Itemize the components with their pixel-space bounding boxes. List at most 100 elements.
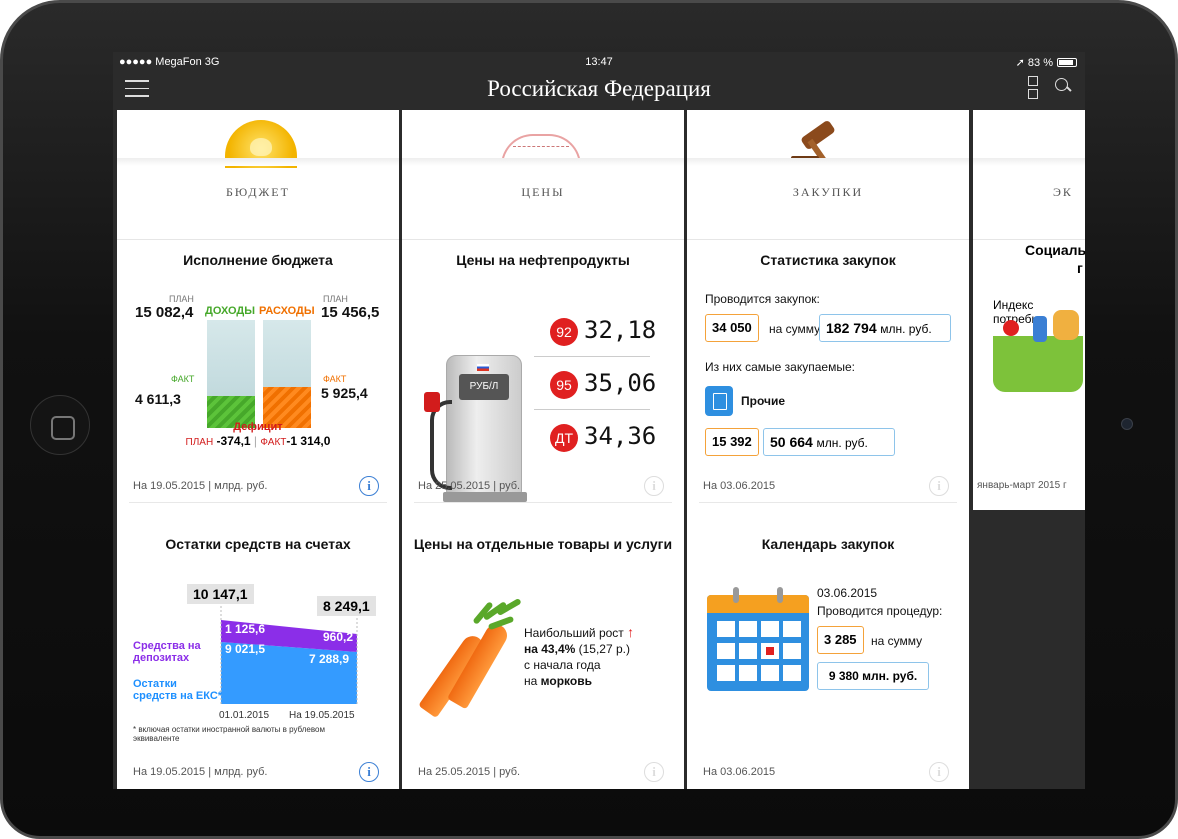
fact-label-left: ФАКТ [171, 374, 195, 384]
battery-status: ➚ 83 % [1016, 56, 1077, 69]
calendar-icon [707, 587, 809, 691]
home-button[interactable] [30, 395, 90, 455]
fact-left: 4 611,3 [135, 391, 181, 407]
calendar-sum: 9 380 млн. руб. [817, 662, 929, 690]
budget-header-title: БЮДЖЕТ [226, 185, 290, 199]
goods-line4-prefix: на [524, 674, 538, 688]
plan-right: 15 456,5 [321, 304, 380, 321]
battery-icon [1057, 58, 1077, 67]
plan-label-left: ПЛАН [169, 294, 194, 304]
search-icon[interactable] [1055, 78, 1073, 96]
fuel-badge: 95 [550, 371, 578, 399]
stats-cat-unit: млн. руб. [816, 436, 868, 450]
nozzle-icon [424, 392, 440, 412]
info-icon[interactable]: i [644, 476, 664, 496]
eks-label: Остатки средств на ЕКС* [133, 678, 223, 702]
deficit-values: ПЛАН -374,1 | ФАКТ-1 314,0 [185, 434, 331, 448]
document-icon [705, 386, 733, 416]
income-label: ДОХОДЫ [205, 305, 256, 317]
budget-header[interactable]: БЮДЖЕТ [117, 110, 399, 240]
pump-label: РУБ/Л [459, 374, 509, 400]
battery-label: ➚ 83 % [1015, 57, 1053, 69]
calendar-sum-label: на сумму [871, 634, 923, 648]
calendar-date: 03.06.2015 [817, 586, 878, 600]
economy-title-b: г [1077, 260, 1083, 276]
stats-line2: Из них самые закупаемые: [705, 360, 855, 374]
budget-column: БЮДЖЕТ Исполнение бюджета ПЛАН 15 082,4 … [117, 110, 399, 789]
stats-count: 34 050 [705, 314, 759, 342]
fuel-price: 34,36 [584, 422, 657, 450]
basket-icon [993, 336, 1083, 392]
goods-title: Цены на отдельные товары и услуги [413, 536, 673, 552]
goods-line2-rest: (15,27 р.) [578, 642, 630, 656]
app-screen: ●●●●● MegaFon 3G 13:47 ➚ 83 % Российская… [113, 52, 1085, 789]
deficit-fact: -1 314,0 [286, 434, 331, 448]
savings-note: * включая остатки иностранной валюты в р… [133, 725, 325, 743]
eks-left: 9 021,5 [225, 642, 266, 656]
deficit-label: Дефицит [233, 421, 283, 433]
fuel-row-dt: ДТ 34,36 [550, 418, 660, 458]
savings-right-total: 8 249,1 [317, 596, 376, 616]
procurement-header[interactable]: ЗАКУПКИ [687, 110, 969, 240]
goods-line4-bold: морковь [540, 674, 592, 688]
layout-toggle-icon[interactable] [1028, 76, 1040, 100]
economy-column: ЭК Социаль г Индекс потребит январь-март… [973, 110, 1085, 510]
nav-bar: Российская Федерация [113, 72, 1085, 110]
fuel-price: 32,18 [584, 316, 657, 344]
budget-title: Исполнение бюджета [183, 252, 333, 268]
date-right: На 19.05.2015 [289, 710, 355, 721]
goods-footer: На 25.05.2015 | руб. [418, 766, 521, 778]
deficit-fact-label: ФАКТ [260, 437, 287, 448]
goods-line3: с начала года [524, 658, 601, 672]
info-icon[interactable]: i [644, 762, 664, 782]
deposits-label: Средства на депозитах [133, 640, 201, 664]
info-icon[interactable]: i [359, 476, 379, 496]
stats-line1: Проводится закупок: [705, 292, 820, 306]
fuel-badge: ДТ [550, 424, 578, 452]
deposits-left: 1 125,6 [225, 622, 266, 636]
plan-label-right: ПЛАН [323, 294, 348, 304]
stats-footer: На 03.06.2015 [703, 480, 776, 492]
fuel-row-95: 95 35,06 [550, 365, 660, 405]
calendar-title: Календарь закупок [761, 536, 895, 552]
prices-header-title: ЦЕНЫ [521, 185, 565, 199]
goods-text: Наибольший рост ↑ на 43,4% (15,27 р.) с … [524, 624, 634, 689]
expense-label: РАСХОДЫ [259, 305, 315, 317]
stats-sum: 182 794 [826, 320, 877, 336]
stats-title: Статистика закупок [760, 252, 896, 268]
clock: 13:47 [585, 56, 613, 68]
info-icon[interactable]: i [929, 762, 949, 782]
prices-column: ЦЕНЫ Цены на нефтепродукты РУБ/Л 92 32,1… [402, 110, 684, 789]
page-title: Российская Федерация [487, 76, 711, 101]
stats-sum-box: 182 794 млн. руб. [819, 314, 951, 342]
economy-header-title: ЭК [1053, 185, 1073, 199]
fact-label-right: ФАКТ [323, 374, 347, 384]
info-icon[interactable]: i [359, 762, 379, 782]
deficit-plan-label: ПЛАН [185, 437, 214, 448]
deficit-plan: -374,1 [216, 434, 251, 448]
fuel-title: Цены на нефтепродукты [456, 252, 630, 268]
savings-title: Остатки средств на счетах [165, 536, 351, 552]
economy-footer: январь-март 2015 г [977, 480, 1067, 491]
eks-right: 7 288,9 [309, 652, 350, 666]
date-left: 01.01.2015 [219, 710, 270, 721]
stats-cat-sum-box: 50 664 млн. руб. [763, 428, 895, 456]
plan-left: 15 082,4 [135, 304, 194, 321]
procurement-column: ЗАКУПКИ Статистика закупок Проводится за… [687, 110, 969, 789]
goods-line2-bold: на 43,4% [524, 642, 576, 656]
savings-left-total: 10 147,1 [187, 584, 254, 604]
budget-footer: На 19.05.2015 | млрд. руб. [133, 480, 268, 492]
arrow-up-icon: ↑ [627, 624, 635, 640]
camera-icon [1121, 418, 1133, 430]
info-icon[interactable]: i [929, 476, 949, 496]
economy-title-a: Социаль [1025, 242, 1085, 258]
calendar-count: 3 285 [817, 626, 864, 654]
fuel-pump-icon: РУБ/Л [443, 355, 527, 502]
savings-footer: На 19.05.2015 | млрд. руб. [133, 766, 268, 778]
calendar-line1: Проводится процедур: [817, 604, 943, 618]
prices-header[interactable]: ЦЕНЫ [402, 110, 684, 240]
fuel-footer: На 25.05.2015 | руб. [418, 480, 521, 492]
economy-header[interactable]: ЭК [973, 110, 1085, 240]
stats-sum-label: на сумму [769, 322, 821, 336]
deposits-right: 960,2 [323, 630, 354, 644]
